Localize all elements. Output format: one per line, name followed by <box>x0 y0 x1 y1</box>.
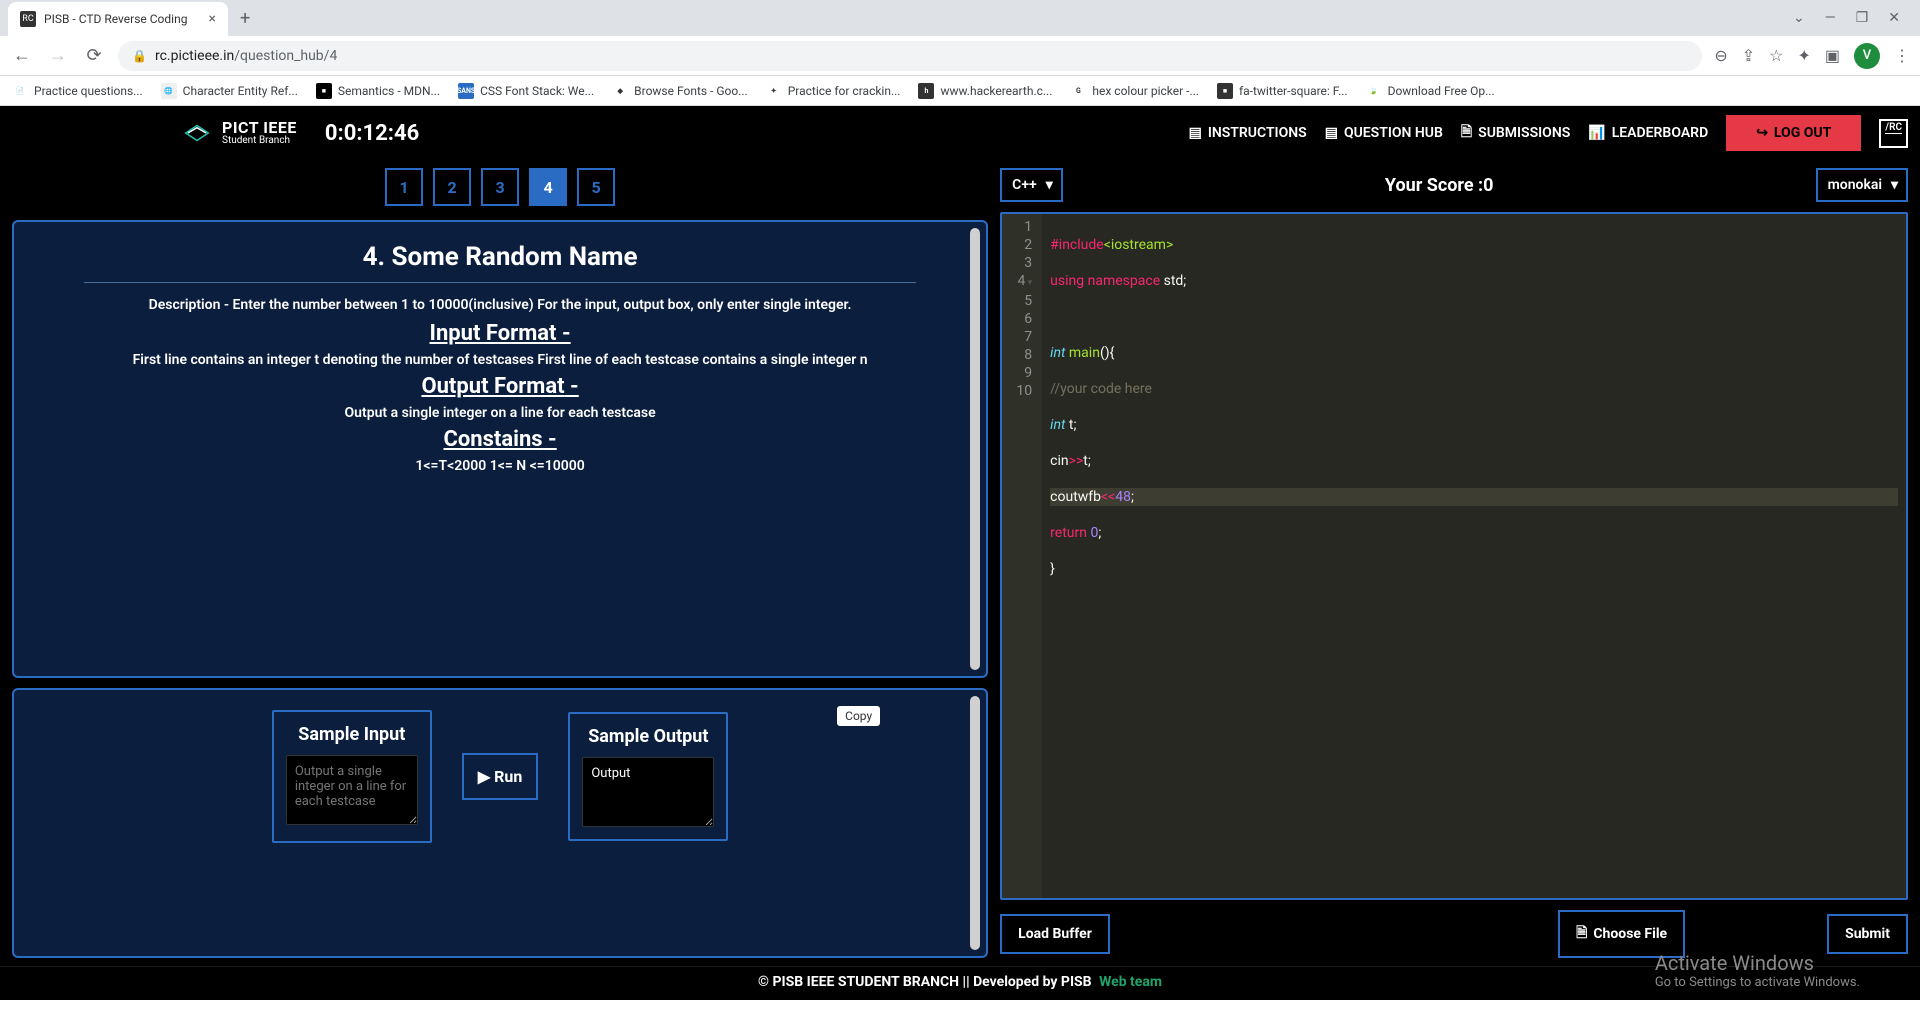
maximize-icon[interactable]: ❐ <box>1856 10 1869 26</box>
bookmark-item[interactable]: ✦Practice for crackin... <box>766 83 901 99</box>
bookmark-item[interactable]: 🍃Download Free Op... <box>1366 83 1495 99</box>
new-tab-button[interactable]: + <box>232 4 258 33</box>
app-header: PICT IEEE Student Branch 0:0:12:46 ▤INST… <box>0 106 1920 160</box>
play-icon: ▶ <box>478 767 490 786</box>
copy-button[interactable]: Copy <box>837 706 880 726</box>
sample-input-label: Sample Input <box>286 724 418 745</box>
bookmark-item[interactable]: ◆Browse Fonts - Goo... <box>612 83 748 99</box>
list-icon: ▤ <box>1325 125 1338 141</box>
question-tab-3[interactable]: 3 <box>481 168 519 206</box>
bookmark-item[interactable]: 📄Practice questions... <box>12 83 143 99</box>
bookmark-item[interactable]: ■Semantics - MDN... <box>316 83 440 99</box>
dropdown-icon[interactable]: ⌄ <box>1793 10 1805 26</box>
nav-leaderboard[interactable]: 📊LEADERBOARD <box>1588 125 1708 141</box>
bookmarks-bar: 📄Practice questions... 🌐Character Entity … <box>0 76 1920 106</box>
reload-icon[interactable]: ⟳ <box>82 45 106 66</box>
question-tabs: 12345 <box>12 168 988 206</box>
zoom-icon[interactable]: ⊖ <box>1714 46 1727 65</box>
avatar[interactable]: V <box>1854 43 1880 69</box>
bookmark-item[interactable]: hwww.hackerearth.c... <box>918 83 1052 99</box>
language-select[interactable]: C++ <box>1000 168 1063 202</box>
question-tab-1[interactable]: 1 <box>385 168 423 206</box>
nav-instructions[interactable]: ▤INSTRUCTIONS <box>1189 125 1307 141</box>
editor-gutter: 12345678910 <box>1002 214 1042 898</box>
browser-tab[interactable]: RC PISB - CTD Reverse Coding × <box>8 2 228 36</box>
question-tab-4[interactable]: 4 <box>529 168 567 206</box>
score-display: Your Score :0 <box>1075 175 1804 196</box>
logo-sub: Student Branch <box>222 136 297 146</box>
nav-question-hub[interactable]: ▤QUESTION HUB <box>1325 125 1443 141</box>
problem-description: Description - Enter the number between 1… <box>84 297 916 313</box>
chart-icon: 📊 <box>1588 125 1605 141</box>
constraints-head: Constains - <box>84 427 916 452</box>
question-tab-2[interactable]: 2 <box>433 168 471 206</box>
scrollbar[interactable] <box>970 696 980 950</box>
problem-title: 4. Some Random Name <box>84 242 916 272</box>
star-icon[interactable]: ☆ <box>1769 46 1783 65</box>
run-button[interactable]: ▶Run <box>462 753 539 800</box>
activate-windows-watermark: Activate Windows Go to Settings to activ… <box>1655 951 1860 990</box>
logo[interactable]: PICT IEEE Student Branch <box>182 118 297 148</box>
submit-button[interactable]: Submit <box>1827 914 1908 954</box>
logout-button[interactable]: ↪LOG OUT <box>1726 115 1861 151</box>
question-tab-5[interactable]: 5 <box>577 168 615 206</box>
sample-output-field[interactable]: Output <box>582 757 714 827</box>
sample-output-label: Sample Output <box>582 726 714 747</box>
logo-icon <box>182 118 212 148</box>
sample-panel: Copy Sample Input ▶Run Sample Output Out… <box>12 688 988 958</box>
favicon-icon: RC <box>20 11 36 27</box>
minimize-icon[interactable]: — <box>1825 10 1836 26</box>
sample-input-box: Sample Input <box>272 710 432 843</box>
back-icon[interactable]: ← <box>10 45 34 66</box>
url-bar[interactable]: 🔒 rc.pictieee.in/question_hub/4 <box>118 41 1702 71</box>
sidepanel-icon[interactable]: ▣ <box>1825 46 1840 65</box>
forward-icon: → <box>46 45 70 66</box>
constraints-text: 1<=T<2000 1<= N <=10000 <box>84 458 916 474</box>
bookmark-item[interactable]: Ghex colour picker -... <box>1070 83 1199 99</box>
input-format-text: First line contains an integer t denotin… <box>84 352 916 368</box>
close-icon[interactable]: × <box>209 11 216 27</box>
logout-icon: ↪ <box>1756 125 1768 141</box>
bookmark-item[interactable]: ■fa-twitter-square: F... <box>1217 83 1348 99</box>
theme-select[interactable]: monokai <box>1816 168 1908 202</box>
share-icon[interactable]: ⇪ <box>1742 46 1755 65</box>
file-icon: 🗎 <box>1461 121 1472 145</box>
tab-bar: RC PISB - CTD Reverse Coding × + ⌄ — ❐ ✕ <box>0 0 1920 36</box>
output-format-text: Output a single integer on a line for ea… <box>84 405 916 421</box>
code-editor[interactable]: 12345678910 #include<iostream> using nam… <box>1000 212 1908 900</box>
nav-bar: ← → ⟳ 🔒 rc.pictieee.in/question_hub/4 ⊖ … <box>0 36 1920 76</box>
bookmark-item[interactable]: 🌐Character Entity Ref... <box>161 83 298 99</box>
lock-icon: 🔒 <box>132 49 147 63</box>
menu-icon[interactable]: ⋮ <box>1894 46 1910 65</box>
bookmark-item[interactable]: SANSCSS Font Stack: We... <box>458 83 594 99</box>
file-icon: 🗎 <box>1576 922 1587 946</box>
rc-badge: /RC <box>1879 119 1908 148</box>
sample-input-field[interactable] <box>286 755 418 825</box>
list-icon: ▤ <box>1189 125 1202 141</box>
sample-output-box: Sample Output Output <box>568 712 728 841</box>
footer-link[interactable]: Web team <box>1099 974 1162 990</box>
footer: © PISB IEEE STUDENT BRANCH || Developed … <box>0 966 1920 996</box>
load-buffer-button[interactable]: Load Buffer <box>1000 914 1110 954</box>
problem-panel: 4. Some Random Name Description - Enter … <box>12 220 988 678</box>
extensions-icon[interactable]: ✦ <box>1797 46 1810 65</box>
nav-submissions[interactable]: 🗎SUBMISSIONS <box>1461 121 1570 145</box>
close-window-icon[interactable]: ✕ <box>1888 10 1900 26</box>
tab-title: PISB - CTD Reverse Coding <box>44 12 201 26</box>
scrollbar[interactable] <box>970 228 980 670</box>
editor-code[interactable]: #include<iostream> using namespace std; … <box>1042 214 1906 898</box>
output-format-head: Output Format - <box>84 374 916 399</box>
logo-main: PICT IEEE <box>222 120 297 136</box>
url-text: rc.pictieee.in/question_hub/4 <box>155 48 1688 64</box>
window-controls: ⌄ — ❐ ✕ <box>1793 10 1912 26</box>
input-format-head: Input Format - <box>84 321 916 346</box>
timer: 0:0:12:46 <box>325 121 419 146</box>
